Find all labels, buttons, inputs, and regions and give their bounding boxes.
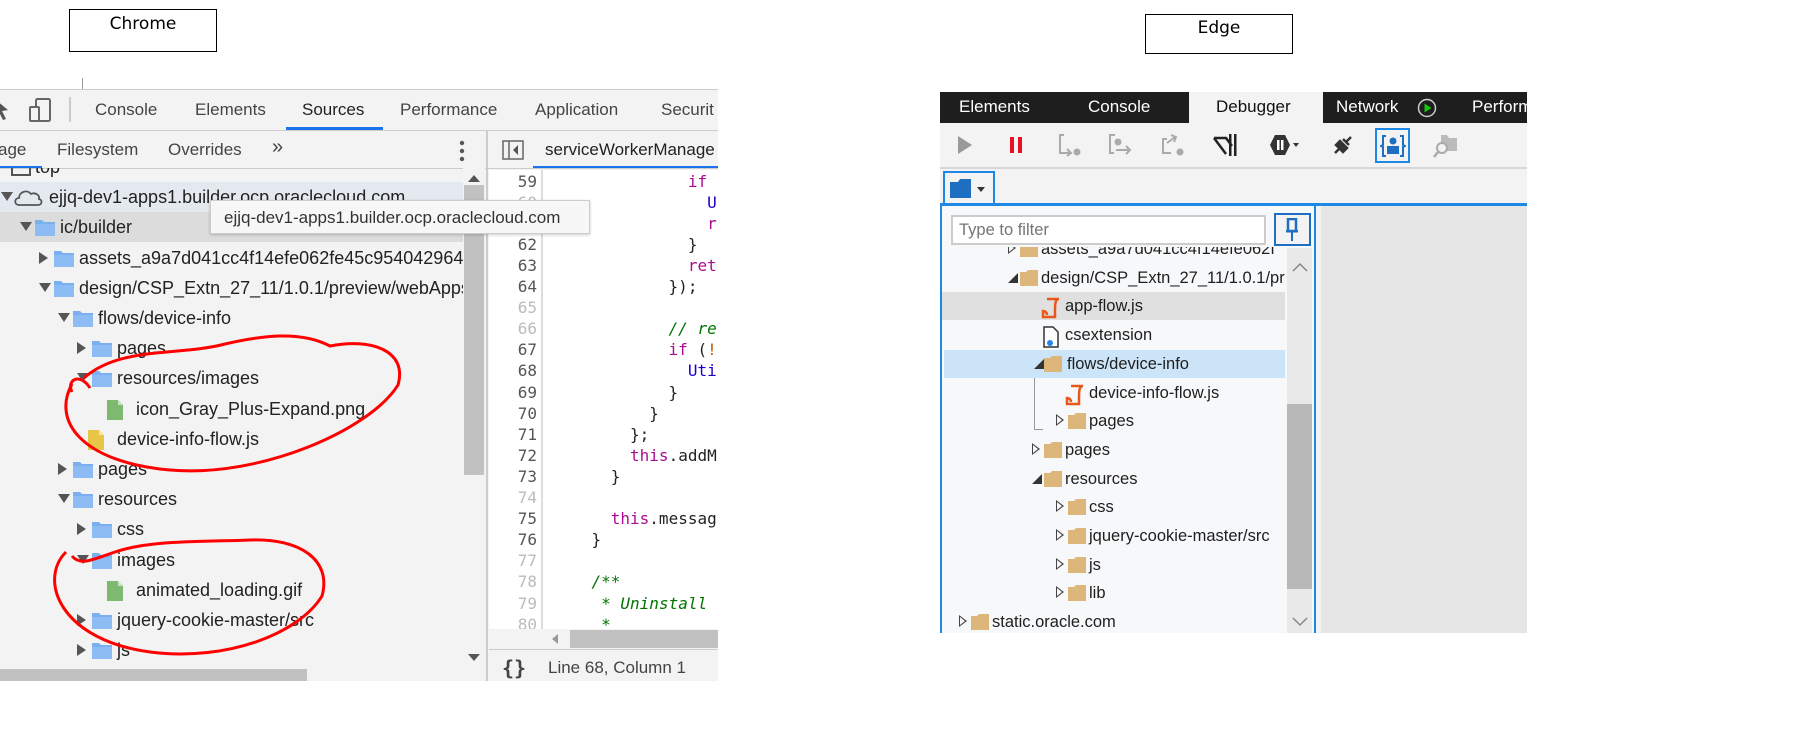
continue-icon[interactable] <box>956 135 974 155</box>
annotation-circles <box>53 334 402 656</box>
tree-item-label: css <box>1089 498 1114 517</box>
tree-item[interactable]: flows/device-info <box>944 349 1285 378</box>
find-in-files-icon[interactable] <box>1433 133 1459 159</box>
tree-item-label: flows/device-info <box>1067 354 1189 373</box>
tree-item[interactable]: lib <box>942 579 1285 607</box>
tree-item[interactable]: static.oracle.com <box>942 608 1285 633</box>
collapsed-arrow-icon[interactable] <box>1032 442 1040 455</box>
network-recording-icon[interactable] <box>1417 98 1437 118</box>
tree-item-label: device-info-flow.js <box>1089 383 1220 402</box>
scroll-up-icon[interactable] <box>1292 262 1308 272</box>
collapsed-arrow-icon[interactable] <box>959 615 967 628</box>
tab-network[interactable]: Network <box>1336 97 1398 117</box>
tree-item-label: design/CSP_Extn_27_11/1.0.1/preview/webA… <box>1041 268 1285 287</box>
folder-icon <box>1043 441 1063 464</box>
tree-item[interactable]: csextension <box>942 321 1285 349</box>
folder-icon <box>1043 470 1063 493</box>
editor-area <box>1321 206 1527 633</box>
tree-scrollbar-thumb[interactable] <box>1287 404 1312 589</box>
folder-icon <box>1019 247 1039 263</box>
expanded-arrow-icon[interactable] <box>1032 473 1042 484</box>
filter-input[interactable] <box>951 215 1266 245</box>
tree-item-label: static.oracle.com <box>992 613 1116 632</box>
tree-item[interactable]: jquery-cookie-master/src <box>942 522 1285 550</box>
annotation-circle-1 <box>64 334 402 473</box>
expanded-arrow-icon[interactable] <box>1008 272 1018 283</box>
breakpoints-icon[interactable] <box>1212 132 1238 158</box>
tab-debugger[interactable]: Debugger <box>1216 97 1291 117</box>
tree-item-label: csextension <box>1065 326 1153 345</box>
chrome-devtools: Console Elements Sources Performance App… <box>0 0 718 681</box>
folder-icon <box>970 613 990 633</box>
folder-icon <box>1019 269 1039 292</box>
collapsed-arrow-icon[interactable] <box>1056 414 1064 427</box>
folder-icon <box>1043 355 1063 378</box>
disconnect-icon[interactable] <box>1331 133 1355 157</box>
tree-item[interactable]: assets_a9a7d041cc4f14efe062f <box>942 247 1285 263</box>
folder-icon <box>1067 498 1087 521</box>
tree-guide-line <box>1034 378 1043 430</box>
annotation-circle-2 <box>53 538 326 656</box>
tree-item-label: assets_a9a7d041cc4f14efe062f <box>1041 247 1275 258</box>
collapsed-arrow-icon[interactable] <box>1056 529 1064 541</box>
exceptions-icon[interactable] <box>1268 133 1300 157</box>
toolbar-border <box>940 167 1527 169</box>
break-icon[interactable] <box>1008 136 1024 154</box>
folder-dropdown-icon <box>950 179 985 198</box>
tree-item[interactable]: pages <box>942 436 1285 464</box>
tab-elements[interactable]: Elements <box>959 97 1030 117</box>
tab-console[interactable]: Console <box>1088 97 1150 117</box>
tree-item-label: pages <box>1089 412 1134 431</box>
edge-label: Edge <box>1145 14 1293 54</box>
step-into-icon[interactable] <box>1058 133 1082 157</box>
tree-item[interactable]: design/CSP_Extn_27_11/1.0.1/preview/webA… <box>942 264 1285 292</box>
tree-item[interactable]: app-flow.js <box>942 292 1285 321</box>
collapsed-arrow-icon[interactable] <box>1008 247 1016 254</box>
tree-item-label: app-flow.js <box>1065 297 1143 316</box>
tree-item[interactable]: pages <box>942 407 1285 435</box>
step-over-icon[interactable] <box>1108 133 1134 157</box>
tree-item-label: js <box>1089 555 1101 574</box>
collapsed-arrow-icon[interactable] <box>1056 500 1064 513</box>
folder-icon <box>1067 412 1087 435</box>
step-out-icon[interactable] <box>1161 133 1187 157</box>
tree-item[interactable]: js <box>942 551 1285 579</box>
folder-icon <box>1067 527 1087 550</box>
tree-item[interactable]: device-info-flow.js <box>942 379 1285 407</box>
collapsed-arrow-icon[interactable] <box>1056 557 1064 570</box>
scroll-down-icon[interactable] <box>1292 617 1308 627</box>
tree-item-label: lib <box>1089 584 1106 603</box>
pin-icon <box>1286 218 1298 241</box>
tree-item-label: pages <box>1065 440 1110 459</box>
tree-item-label: jquery-cookie-master/src <box>1089 527 1270 545</box>
tree-item[interactable]: css <box>942 493 1285 521</box>
file-navigator-tree: assets_a9a7d041cc4f14efe062f design/CSP_E… <box>942 247 1285 633</box>
tree-item[interactable]: resources <box>942 465 1285 493</box>
folder-icon <box>1067 556 1087 579</box>
edge-devtools: Elements Console Debugger Network Perfor… <box>940 92 1527 633</box>
folder-icon <box>1067 584 1087 607</box>
just-my-code-icon <box>1380 135 1406 157</box>
tree-item-label: resources <box>1065 469 1138 488</box>
collapsed-arrow-icon[interactable] <box>1056 586 1064 599</box>
tab-performance[interactable]: Perform <box>1472 97 1527 117</box>
